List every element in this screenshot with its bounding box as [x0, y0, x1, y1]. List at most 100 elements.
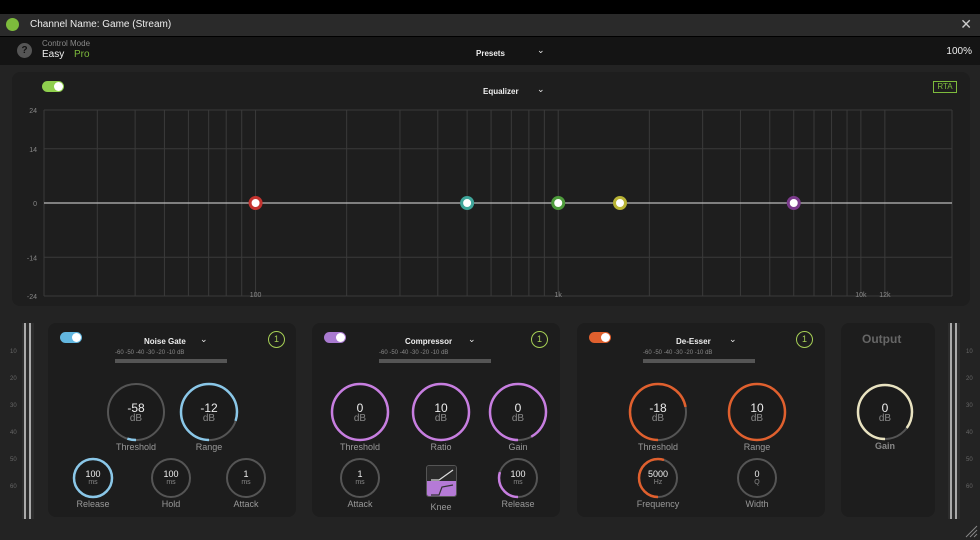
- de-esser-frequency-unit: Hz: [653, 479, 663, 486]
- chevron-down-icon[interactable]: ⌄: [200, 334, 208, 345]
- de-esser-dropdown[interactable]: De-Esser: [676, 337, 711, 346]
- noise-gate-hold-value: 100: [163, 469, 179, 480]
- app-window: Channel Name: Game (Stream) ✕ ? Control …: [0, 0, 980, 540]
- compressor-attack-label: Attack: [347, 499, 373, 509]
- noise-gate-channel-badge[interactable]: 1: [268, 331, 285, 348]
- chevron-down-icon[interactable]: ⌄: [468, 334, 476, 345]
- noise-gate-hold-unit: ms: [166, 479, 176, 486]
- de-esser-frequency-knob[interactable]: 5000 Hz: [635, 455, 681, 501]
- output-level-meter: [948, 323, 960, 519]
- de-esser-threshold-knob[interactable]: -18 dB: [626, 380, 690, 444]
- compressor-release-value: 100: [510, 469, 526, 480]
- meter-scale-label: 40: [10, 430, 17, 436]
- de-esser-channel-badge[interactable]: 1: [796, 331, 813, 348]
- de-esser-width-knob[interactable]: 0Q: [734, 455, 780, 501]
- compressor-gain-knob[interactable]: 0 dB: [486, 380, 550, 444]
- chevron-down-icon[interactable]: ⌄: [729, 334, 737, 345]
- meter-scale-label: 30: [966, 403, 973, 409]
- compressor-gain-label: Gain: [508, 442, 528, 452]
- output-title: Output: [862, 332, 902, 346]
- compressor-gain-unit: dB: [511, 413, 525, 424]
- knee-button[interactable]: [426, 465, 457, 497]
- compressor-threshold-knob[interactable]: 0 dB: [328, 380, 392, 444]
- resize-grip-icon[interactable]: [964, 524, 978, 538]
- de-esser-range-knob[interactable]: 10 dB: [725, 380, 789, 444]
- meter-scale-label: 50: [966, 457, 973, 463]
- noise-gate-hold-knob[interactable]: 100 ms: [148, 455, 194, 501]
- meter-scale-label: 10: [966, 349, 973, 355]
- noise-gate-attack-label: Attack: [233, 499, 259, 509]
- meter-scale-label: 20: [966, 376, 973, 382]
- noise-gate-release-unit: ms: [88, 479, 98, 486]
- compressor-attack-unit: ms: [355, 479, 365, 486]
- meter-scale-label: 30: [10, 403, 17, 409]
- noise-gate-range-knob[interactable]: -12 dB: [177, 380, 241, 444]
- compressor-release-label: Release: [501, 499, 535, 509]
- compressor-release-unit: ms: [513, 479, 523, 486]
- noise-gate-range-label: Range: [195, 442, 223, 452]
- noise-gate-attack-knob[interactable]: 1 ms: [223, 455, 269, 501]
- chevron-down-icon[interactable]: ⌄: [537, 84, 545, 95]
- de-esser-meter: [643, 359, 755, 363]
- chevron-down-icon[interactable]: ⌄: [537, 45, 545, 56]
- meter-scale-label: 50: [10, 457, 17, 463]
- noise-gate-threshold-unit: dB: [129, 413, 143, 424]
- pro-mode-button[interactable]: Pro: [74, 49, 90, 60]
- title-bar: Channel Name: Game (Stream) ✕: [0, 14, 980, 36]
- compressor-attack-knob[interactable]: 1 ms: [337, 455, 383, 501]
- output-gain-label: Gain: [874, 441, 895, 451]
- app-logo-icon: [6, 18, 19, 31]
- header-bar: ? Control Mode Easy Pro Presets ⌄ 100%: [0, 37, 980, 65]
- presets-dropdown[interactable]: Presets: [476, 49, 505, 58]
- output-gain-knob[interactable]: 0 dB: [854, 381, 916, 443]
- help-icon[interactable]: ?: [17, 43, 32, 58]
- noise-gate-range-unit: dB: [202, 413, 216, 424]
- noise-gate-threshold-knob[interactable]: -58 dB: [104, 380, 168, 444]
- de-esser-range-label: Range: [743, 442, 771, 452]
- noise-gate-meter-scale: -60 -50 -40 -30 -20 -10 dB: [115, 350, 185, 356]
- compressor-ratio-knob[interactable]: 10 dB: [409, 380, 473, 444]
- meter-scale-label: 60: [966, 484, 973, 490]
- noise-gate-attack-value: 1: [243, 469, 249, 480]
- compressor-meter-scale: -60 -50 -40 -30 -20 -10 dB: [379, 350, 449, 356]
- input-level-meter: [22, 323, 34, 519]
- de-esser-width-label: Width: [745, 499, 769, 509]
- control-mode-label: Control Mode: [42, 39, 91, 48]
- rta-button[interactable]: RTA: [933, 81, 957, 93]
- compressor-threshold-unit: dB: [353, 413, 367, 424]
- easy-mode-button[interactable]: Easy: [42, 49, 64, 60]
- equalizer-panel: [12, 72, 970, 306]
- de-esser-threshold-label: Threshold: [637, 442, 679, 452]
- zoom-level[interactable]: 100%: [946, 46, 972, 57]
- de-esser-toggle[interactable]: [589, 332, 611, 343]
- noise-gate-attack-unit: ms: [241, 479, 251, 486]
- compressor-ratio-unit: dB: [434, 413, 448, 424]
- noise-gate-release-value: 100: [85, 469, 101, 480]
- de-esser-width-value: 0: [754, 469, 760, 480]
- output-gain-unit: dB: [878, 413, 892, 424]
- de-esser-range-unit: dB: [750, 413, 764, 424]
- noise-gate-release-knob[interactable]: 100 ms: [70, 455, 116, 501]
- meter-scale-label: 20: [10, 376, 17, 382]
- compressor-channel-badge[interactable]: 1: [531, 331, 548, 348]
- compressor-attack-value: 1: [357, 469, 363, 480]
- equalizer-dropdown[interactable]: Equalizer: [483, 87, 519, 96]
- compressor-meter: [379, 359, 491, 363]
- de-esser-frequency-label: Frequency: [636, 499, 680, 509]
- noise-gate-meter: [115, 359, 227, 363]
- noise-gate-toggle[interactable]: [60, 332, 82, 343]
- equalizer-toggle[interactable]: [42, 81, 64, 92]
- meter-scale-label: 60: [10, 484, 17, 490]
- meter-scale-label: 10: [10, 349, 17, 355]
- de-esser-width-unit: Q: [754, 479, 760, 486]
- knee-curve-icon: [431, 469, 454, 496]
- de-esser-threshold-unit: dB: [651, 413, 665, 424]
- compressor-toggle[interactable]: [324, 332, 346, 343]
- meter-scale-label: 40: [966, 430, 973, 436]
- compressor-release-knob[interactable]: 100 ms: [495, 455, 541, 501]
- close-icon[interactable]: ✕: [960, 16, 972, 33]
- window-title: Channel Name: Game (Stream): [30, 19, 172, 30]
- de-esser-frequency-value: 5000: [647, 469, 669, 480]
- noise-gate-dropdown[interactable]: Noise Gate: [144, 337, 186, 346]
- compressor-dropdown[interactable]: Compressor: [405, 337, 452, 346]
